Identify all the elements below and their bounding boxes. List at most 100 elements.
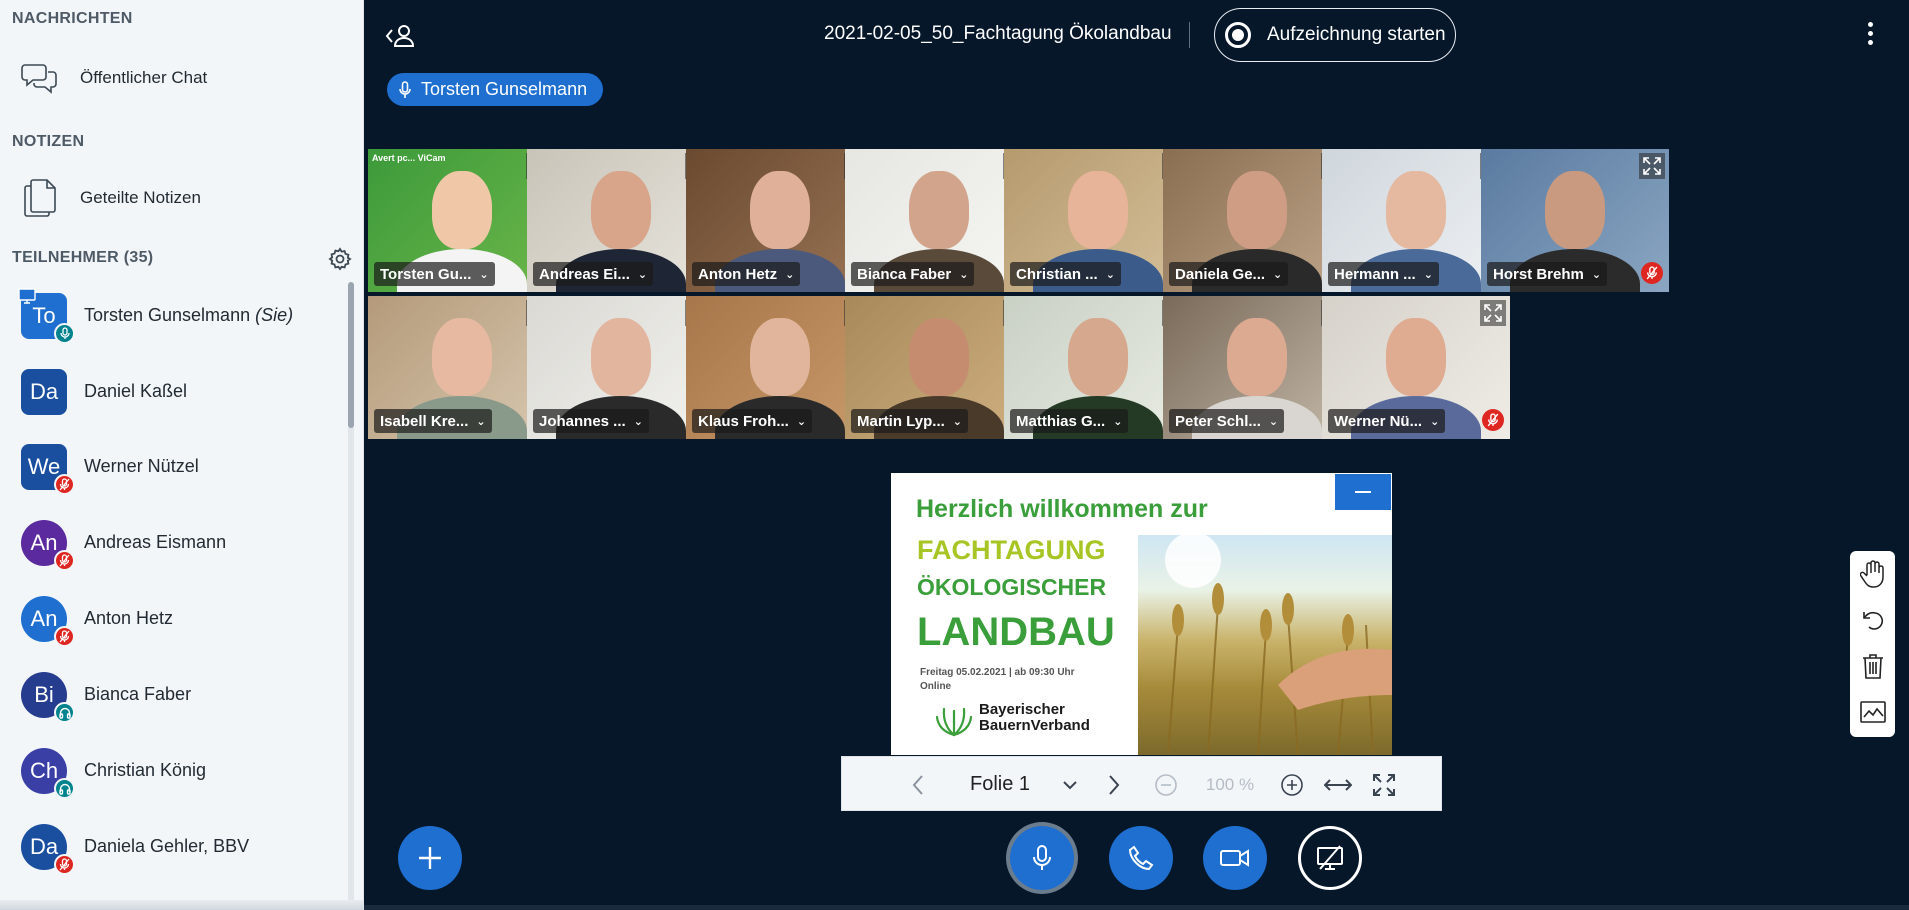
video-name-tag[interactable]: Andreas Ei... ⌄ (533, 262, 654, 286)
public-chat-item[interactable]: Öffentlicher Chat (0, 50, 350, 106)
chevron-down-icon: ⌄ (637, 268, 648, 281)
user-list-item[interactable]: An Anton Hetz (0, 584, 344, 656)
video-user-name: Johannes ... (539, 412, 626, 430)
user-list-item[interactable]: To Torsten Gunselmann (Sie) (0, 281, 344, 353)
video-name-tag[interactable]: Johannes ... ⌄ (533, 409, 649, 433)
user-list-item[interactable]: Da Daniela Gehler, BBV (0, 812, 344, 884)
wheat-field-image (1138, 532, 1392, 755)
user-list-item[interactable]: An Andreas Eismann (0, 508, 344, 580)
video-user-name: Christian ... (1016, 265, 1098, 283)
user-list-item[interactable]: We Werner Nützel (0, 432, 344, 504)
slide-select[interactable]: Folie 1 (950, 757, 1050, 812)
fullscreen-icon[interactable] (1639, 153, 1665, 179)
chevron-down-icon: ⌄ (633, 415, 643, 428)
whiteboard-icon (1859, 701, 1886, 723)
person-head (1227, 318, 1287, 396)
user-name: Daniel Kaßel (84, 381, 187, 402)
share-webcam-button[interactable] (1203, 826, 1267, 890)
muted-microphone-icon (54, 626, 75, 647)
video-user-name: Daniela Ge... (1175, 265, 1266, 283)
user-list-item[interactable]: Bi Bianca Faber (0, 660, 344, 732)
video-name-tag[interactable]: Werner Nü... ⌄ (1328, 409, 1446, 433)
chevron-down-icon: ⌄ (1105, 268, 1115, 281)
user-name: Werner Nützel (84, 456, 199, 477)
microphone-icon (54, 323, 75, 344)
user-avatar: Da (21, 369, 67, 415)
video-tile[interactable]: Werner Nü... ⌄ (1322, 296, 1510, 439)
headphones-icon (54, 702, 75, 723)
zoom-value: 100 % (1205, 774, 1255, 794)
camera-overlay-text: Avert pc... ViCam (372, 153, 446, 163)
video-name-tag[interactable]: Isabell Kre... ⌄ (374, 409, 492, 433)
zoom-in-icon (1281, 773, 1303, 796)
leave-audio-button[interactable] (1109, 826, 1173, 890)
presentation-slide[interactable]: Herzlich willkommen zur FACHTAGUNG ÖKOLO… (891, 473, 1392, 755)
person-head (591, 318, 651, 396)
notes-section-title: NOTIZEN (12, 133, 85, 150)
muted-microphone-icon (1641, 262, 1663, 284)
fullscreen-button[interactable] (1362, 757, 1406, 812)
video-name-tag[interactable]: Bianca Faber ⌄ (851, 262, 975, 286)
video-name-tag[interactable]: Torsten Gu... ⌄ (374, 262, 495, 286)
start-recording-button[interactable]: Aufzeichnung starten (1214, 8, 1456, 62)
video-name-tag[interactable]: Christian ... ⌄ (1010, 262, 1121, 286)
user-list-scrollbar-thumb[interactable] (348, 282, 354, 428)
person-head (432, 171, 492, 249)
video-name-tag[interactable]: Anton Hetz ⌄ (692, 262, 801, 286)
share-screen-button[interactable] (1298, 826, 1362, 890)
video-name-tag[interactable]: Martin Lyp... ⌄ (851, 409, 968, 433)
video-name-tag[interactable]: Klaus Froh... ⌄ (692, 409, 813, 433)
phone-icon (1128, 845, 1154, 871)
person-head (1227, 171, 1287, 249)
talking-name: Torsten Gunselmann (421, 79, 588, 99)
person-head (432, 318, 492, 396)
chevron-down-icon: ⌄ (959, 268, 969, 281)
person-head (909, 318, 969, 396)
undo-button[interactable] (1850, 597, 1895, 643)
user-list-item[interactable]: Ch Christian König (0, 736, 344, 808)
video-name-tag[interactable]: Peter Schl... ⌄ (1169, 409, 1285, 433)
messages-section-title: NACHRICHTEN (12, 10, 133, 27)
more-options-icon[interactable] (1864, 22, 1876, 50)
zoom-out-button[interactable] (1146, 757, 1186, 812)
zoom-in-button[interactable] (1272, 757, 1312, 812)
video-name-tag[interactable]: Matthias G... ⌄ (1010, 409, 1129, 433)
clear-button[interactable] (1850, 643, 1895, 689)
user-name: Bianca Faber (84, 684, 191, 705)
minus-icon (1355, 491, 1371, 493)
participants-settings-gear-icon[interactable] (328, 247, 352, 271)
talking-indicator[interactable]: Torsten Gunselmann (387, 73, 604, 106)
minimize-presentation-button[interactable] (1335, 474, 1391, 510)
previous-slide-button[interactable] (898, 757, 938, 812)
user-name: Daniela Gehler, BBV (84, 836, 249, 857)
trash-icon (1862, 654, 1883, 679)
user-list-item[interactable]: Da Daniel Kaßel (0, 357, 344, 429)
next-slide-button[interactable] (1094, 757, 1134, 812)
video-camera-icon (1220, 849, 1249, 867)
slide-date: Freitag 05.02.2021 | ab 09:30 Uhr Online (920, 667, 1075, 692)
person-head (750, 171, 810, 249)
actions-add-button[interactable] (398, 826, 462, 890)
muted-microphone-icon (1482, 409, 1504, 431)
toggle-userlist-icon[interactable] (384, 20, 420, 52)
shared-notes-item[interactable]: Geteilte Notizen (0, 170, 350, 226)
video-tile[interactable]: Horst Brehm ⌄ (1481, 149, 1669, 292)
video-user-name: Horst Brehm (1493, 265, 1584, 283)
multi-user-button[interactable] (1850, 689, 1895, 735)
video-user-name: Martin Lyp... (857, 412, 945, 430)
microphone-button[interactable] (1010, 826, 1074, 890)
chevron-down-icon: ⌄ (1113, 415, 1123, 428)
video-name-tag[interactable]: Horst Brehm ⌄ (1487, 262, 1608, 286)
slide-logo-text: Bayerischer BauernVerband (979, 701, 1090, 734)
fit-width-button[interactable] (1316, 757, 1360, 812)
video-name-tag[interactable]: Daniela Ge... ⌄ (1169, 262, 1289, 286)
video-name-tag[interactable]: Hermann ... ⌄ (1328, 262, 1439, 286)
hand-tool-button[interactable] (1850, 551, 1895, 597)
zoom-out-icon (1155, 773, 1177, 796)
meeting-title: 2021-02-05_50_Fachtagung Ökolandbau (824, 23, 1172, 44)
record-label: Aufzeichnung starten (1267, 24, 1446, 45)
shared-notes-label: Geteilte Notizen (80, 188, 201, 207)
slide-select-dropdown[interactable] (1050, 757, 1090, 812)
fullscreen-icon[interactable] (1480, 300, 1506, 326)
fullscreen-icon (1373, 773, 1395, 796)
